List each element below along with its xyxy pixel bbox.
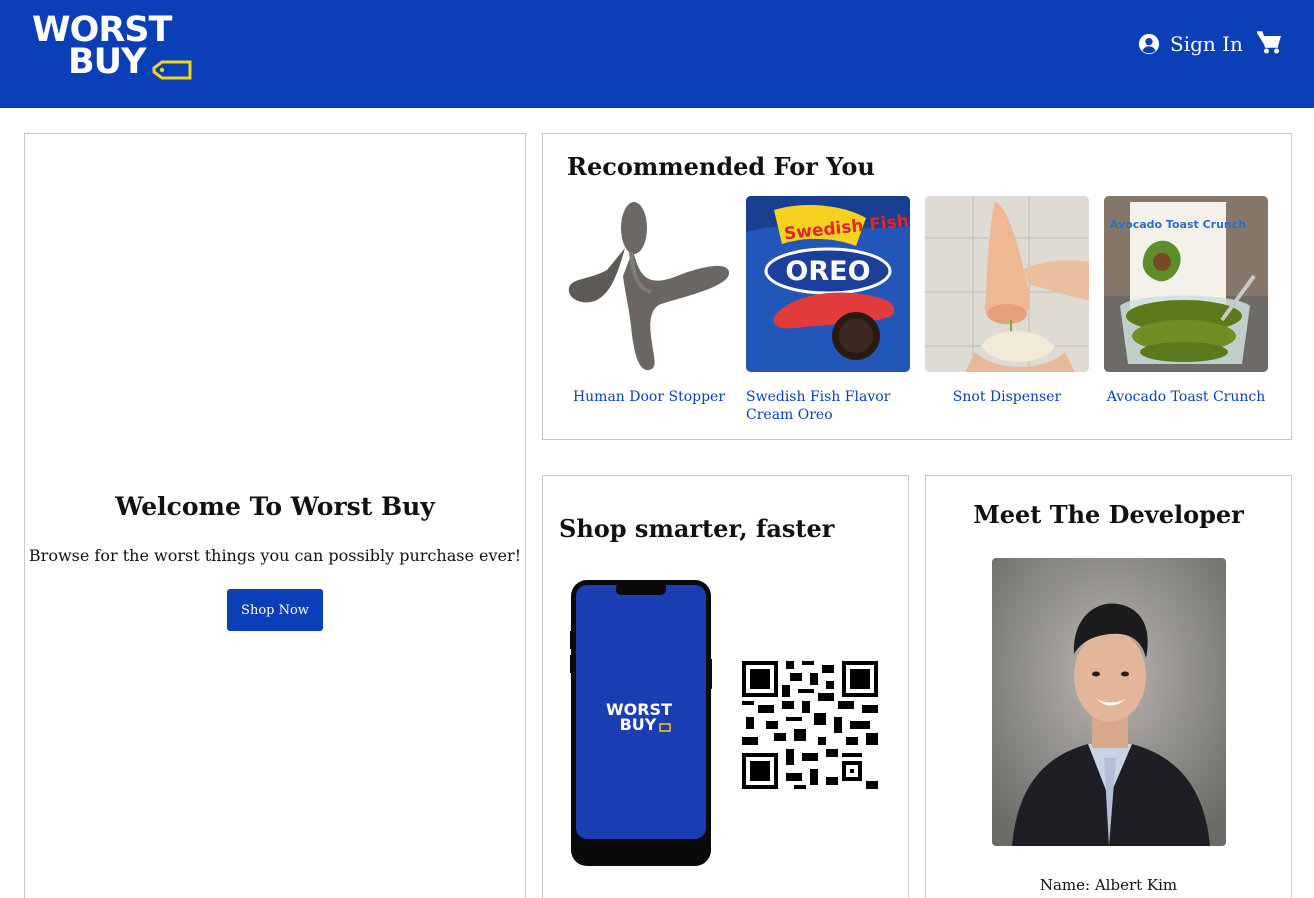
product-link[interactable]: Avocado Toast Crunch <box>1104 388 1268 406</box>
welcome-title: Welcome To Worst Buy <box>115 492 435 521</box>
product-card[interactable]: Snot Dispenser <box>925 196 1089 406</box>
price-tag-icon <box>152 60 192 80</box>
recommended-title: Recommended For You <box>567 152 875 181</box>
sign-in-label: Sign In <box>1170 32 1243 56</box>
user-circle-icon <box>1138 33 1160 55</box>
product-image-door-stopper[interactable] <box>567 196 731 372</box>
sign-in-link[interactable]: Sign In <box>1138 30 1243 58</box>
logo-text-buy: BUY <box>68 42 146 82</box>
oreo-brand: OREO <box>785 256 870 287</box>
worst-buy-logo[interactable]: WORST BUY <box>30 12 195 82</box>
developer-panel: Meet The Developer Name: Albert Kim <box>925 475 1292 898</box>
welcome-panel: Welcome To Worst Buy Browse for the wors… <box>24 133 526 898</box>
product-link[interactable]: Snot Dispenser <box>925 388 1089 406</box>
developer-title: Meet The Developer <box>973 500 1244 529</box>
app-promo-panel: Shop smarter, faster WORST BUY <box>542 475 909 898</box>
product-link[interactable]: Human Door Stopper <box>567 388 731 406</box>
developer-name: Name: Albert Kim <box>1039 876 1178 894</box>
qr-code-image[interactable] <box>742 661 878 789</box>
product-image-snot-dispenser[interactable] <box>925 196 1089 372</box>
shopping-cart-icon[interactable] <box>1256 31 1282 55</box>
shop-now-button[interactable]: Shop Now <box>227 589 323 631</box>
developer-photo <box>992 558 1226 846</box>
product-card[interactable]: Human Door Stopper <box>567 196 731 406</box>
product-card[interactable]: Avocado Toast Crunch Avocado Toast Crunc… <box>1104 196 1268 406</box>
cereal-brand: Avocado Toast Crunch <box>1110 218 1246 231</box>
site-header: WORST BUY Sign In <box>0 0 1314 108</box>
product-image-avocado-toast-crunch[interactable]: Avocado Toast Crunch <box>1104 196 1268 372</box>
product-image-oreo[interactable]: Swedish Fish OREO <box>746 196 910 372</box>
welcome-subtitle: Browse for the worst things you can poss… <box>28 546 522 565</box>
product-card[interactable]: Swedish Fish OREO Swedish Fish Flavor Cr… <box>746 196 910 424</box>
product-link[interactable]: Swedish Fish Flavor Cream Oreo <box>746 388 910 424</box>
phone-mockup-image: WORST BUY <box>570 580 712 866</box>
app-promo-title: Shop smarter, faster <box>559 514 835 543</box>
recommended-panel: Recommended For You Human Door Stopper S… <box>542 133 1292 440</box>
phone-logo-buy: BUY <box>620 715 657 734</box>
